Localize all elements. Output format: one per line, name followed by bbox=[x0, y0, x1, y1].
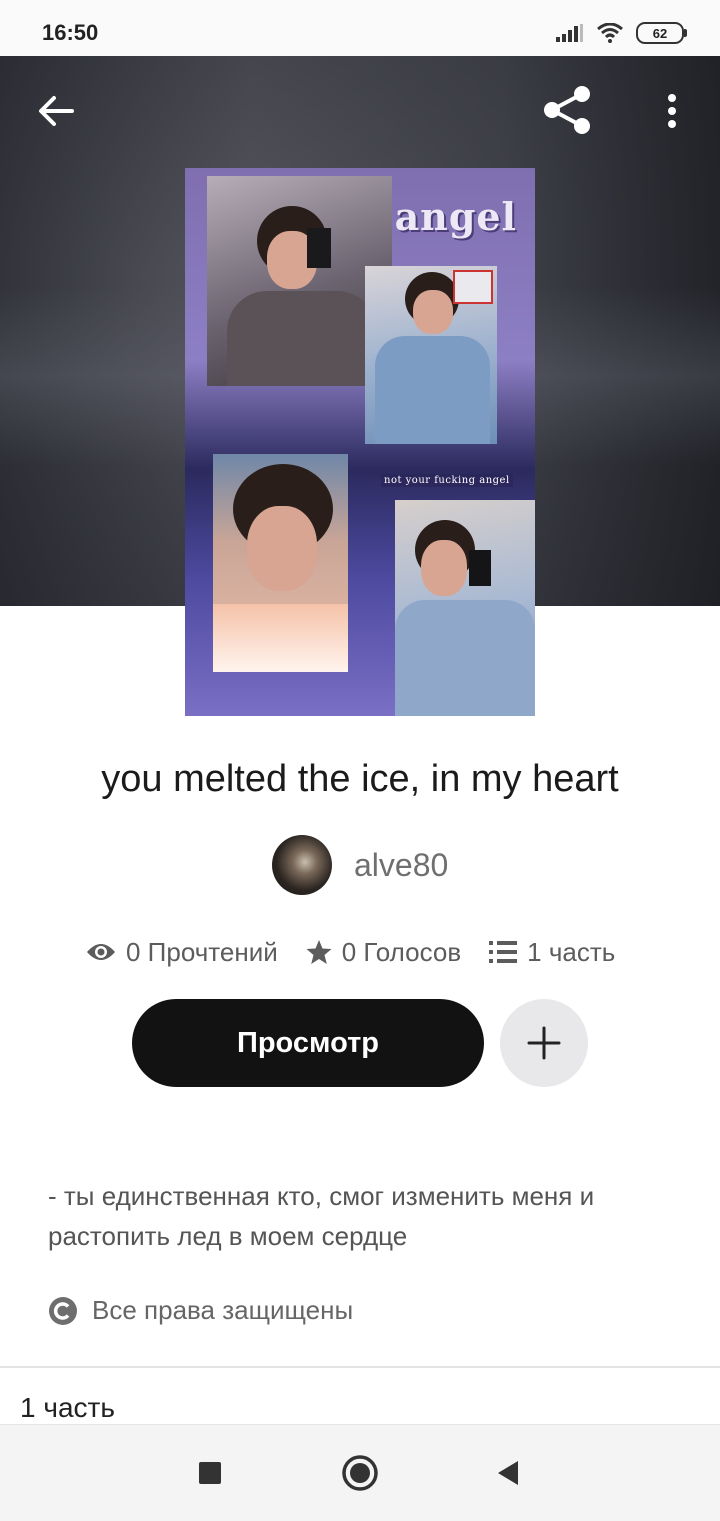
status-bar: 16:50 62 bbox=[0, 0, 720, 56]
home-button[interactable] bbox=[336, 1449, 384, 1497]
add-to-library-button[interactable] bbox=[500, 999, 588, 1087]
cover-photo-4 bbox=[395, 500, 535, 716]
more-options-button[interactable] bbox=[650, 82, 694, 140]
status-icons: 62 bbox=[556, 22, 687, 44]
battery-level: 62 bbox=[652, 25, 668, 41]
eye-icon bbox=[87, 944, 115, 960]
back-nav-button[interactable] bbox=[484, 1449, 532, 1497]
read-button[interactable]: Просмотр bbox=[132, 999, 484, 1087]
cover-caption: not your fucking angel bbox=[381, 474, 513, 487]
reads-count: 0 Прочтений bbox=[126, 936, 278, 967]
wifi-icon bbox=[597, 23, 623, 43]
copyright-row: Все права защищены bbox=[48, 1295, 353, 1326]
cover-photo-2 bbox=[365, 266, 497, 444]
signal-icon bbox=[556, 24, 583, 42]
votes-stat: 0 Голосов bbox=[306, 937, 461, 968]
list-icon bbox=[489, 941, 518, 963]
arrow-left-icon bbox=[39, 96, 74, 126]
plus-icon bbox=[527, 1026, 561, 1060]
copyright-icon bbox=[49, 1296, 77, 1325]
circle-icon bbox=[342, 1455, 378, 1491]
share-icon bbox=[544, 86, 590, 134]
votes-count: 0 Голосов bbox=[341, 936, 462, 967]
reads-stat: 0 Прочтений bbox=[86, 937, 278, 968]
triangle-back-icon bbox=[498, 1461, 518, 1485]
copyright-text: Все права защищены bbox=[92, 1295, 354, 1325]
star-icon bbox=[306, 940, 332, 964]
parts-stat: 1 часть bbox=[489, 937, 615, 968]
story-title: you melted the ice, in my heart bbox=[101, 758, 619, 800]
cover-photo-3 bbox=[213, 454, 348, 672]
avatar[interactable] bbox=[272, 835, 332, 895]
author-row[interactable]: alve80 bbox=[272, 835, 448, 895]
parts-count: 1 часть bbox=[527, 936, 616, 967]
back-button[interactable] bbox=[26, 84, 86, 138]
part-list-item[interactable]: 1 часть bbox=[20, 1392, 115, 1424]
recents-button[interactable] bbox=[186, 1449, 234, 1497]
author-name[interactable]: alve80 bbox=[354, 847, 448, 884]
square-icon bbox=[199, 1462, 221, 1484]
cover-title-text: angel bbox=[394, 194, 517, 239]
status-time: 16:50 bbox=[42, 20, 99, 45]
system-nav-bar bbox=[0, 1424, 720, 1521]
more-vertical-icon bbox=[668, 94, 676, 128]
story-stats: 0 Прочтений 0 Голосов 1 часть bbox=[86, 930, 615, 974]
share-button[interactable] bbox=[536, 80, 600, 140]
divider bbox=[0, 1366, 720, 1368]
story-description: - ты единственная кто, смог изменить мен… bbox=[48, 1181, 595, 1251]
battery-icon: 62 bbox=[636, 22, 687, 44]
story-cover[interactable]: angel not your fucking angel bbox=[185, 168, 535, 716]
